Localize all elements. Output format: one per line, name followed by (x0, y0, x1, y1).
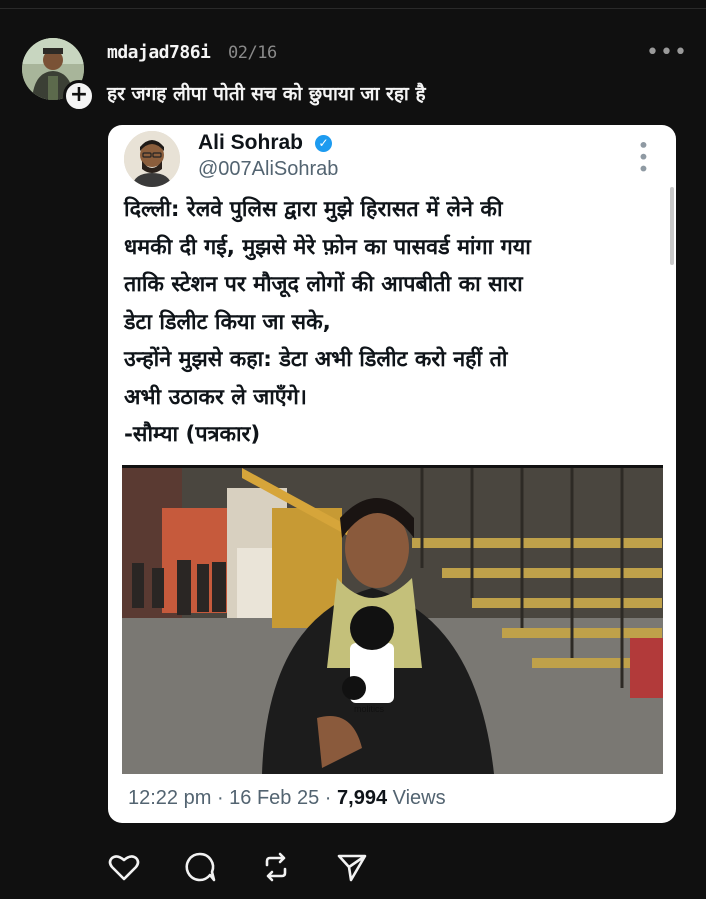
comment-icon[interactable] (183, 850, 217, 884)
username[interactable]: mdajad786i (107, 42, 211, 63)
reporter-photo: molitics (122, 468, 663, 774)
repost-icon[interactable] (259, 850, 293, 884)
tweet-more-icon: ••• (631, 139, 655, 175)
tweet-body: दिल्ली: रेलवे पुलिस द्वारा मुझे हिरासत म… (124, 191, 664, 454)
verified-badge-icon: ✓ (315, 135, 332, 152)
heart-icon[interactable] (107, 850, 141, 884)
action-bar (0, 850, 706, 890)
tweet-avatar (124, 131, 180, 187)
post-caption: हर जगह लीपा पोती सच को छुपाया जा रहा है (107, 83, 426, 105)
tweet-timestamp: 12:22 pm · 16 Feb 25 · (128, 787, 338, 809)
tweet-line: उन्होंने मुझसे कहा: डेटा अभी डिलीट करो न… (124, 347, 508, 372)
tweet-photo: molitics (122, 468, 663, 774)
embedded-tweet-image[interactable]: Ali Sohrab ✓ @007AliSohrab ••• दिल्ली: र… (108, 125, 676, 823)
follow-button[interactable]: + (63, 80, 95, 112)
tweet-views-label: Views (387, 787, 446, 809)
post-date: 02/16 (228, 43, 277, 63)
tweet-line: धमकी दी गई, मुझसे मेरे फ़ोन का पासवर्ड म… (124, 234, 531, 260)
tweet-line: डेटा डिलीट किया जा सके, (124, 309, 331, 335)
mic-brand-label: molitics (354, 704, 385, 714)
more-options-button[interactable]: ••• (646, 40, 688, 65)
tweet-avatar-image (124, 131, 180, 187)
share-icon[interactable] (335, 850, 369, 884)
tweet-line: अभी उठाकर ले जाएँगे। (124, 384, 307, 410)
tweet-line: ताकि स्टेशन पर मौजूद लोगों की आपबीती का … (124, 272, 523, 297)
tweet-meta: 12:22 pm · 16 Feb 25 · 7,994 Views (128, 787, 446, 810)
tweet-author-name: Ali Sohrab (198, 131, 304, 154)
tweet-author-handle: @007AliSohrab (198, 158, 339, 180)
scrollbar (670, 187, 674, 265)
tweet-views-count: 7,994 (337, 787, 388, 809)
tweet-line: दिल्ली: रेलवे पुलिस द्वारा मुझे हिरासत म… (124, 197, 503, 222)
tweet-line: -सौम्या (पत्रकार) (124, 422, 261, 447)
post-header: + mdajad786i 02/16 ••• हर जगह लीपा पोती … (0, 0, 706, 112)
